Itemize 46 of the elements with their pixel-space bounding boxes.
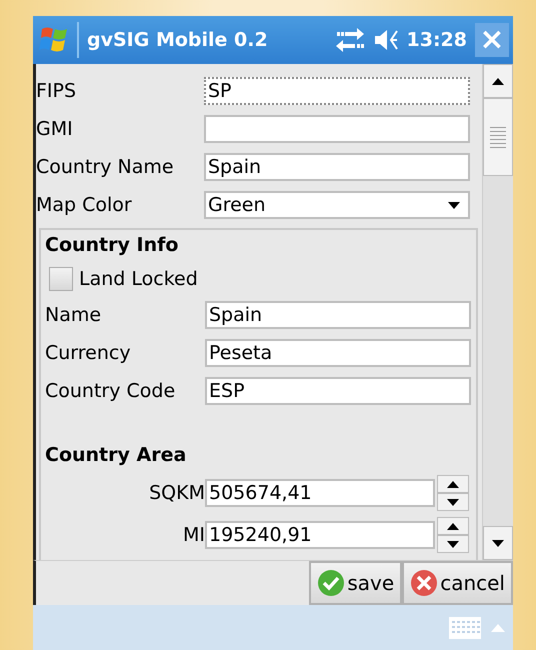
scrollbar[interactable] [482, 64, 513, 560]
down-arrow-icon [447, 540, 459, 548]
down-arrow-icon [492, 540, 504, 546]
down-arrow-icon [447, 498, 459, 506]
field-label: Country Code [45, 380, 176, 402]
number-field[interactable]: 195240,91 [205, 521, 435, 549]
section-heading: Country Info [45, 234, 180, 258]
save-button[interactable]: save [309, 561, 402, 605]
increment-button[interactable] [437, 475, 469, 493]
scroll-up-button[interactable] [483, 64, 513, 98]
up-arrow-icon [447, 480, 459, 488]
field-label: GMI [36, 118, 74, 140]
decrement-button[interactable] [437, 493, 469, 511]
field-label: Currency [45, 342, 132, 364]
text-field[interactable]: Spain [204, 153, 470, 181]
section-heading: Country Area [45, 444, 188, 468]
decrement-button[interactable] [437, 535, 469, 553]
checkbox-label: Land Locked [79, 268, 198, 290]
text-field[interactable]: SP [204, 77, 470, 105]
field-label: SQKM [148, 482, 205, 504]
text-field[interactable]: Spain [205, 301, 471, 329]
field-label: FIPS [36, 80, 78, 102]
field-label: Name [45, 304, 102, 326]
text-field[interactable]: ESP [205, 377, 471, 405]
scrollbar-thumb[interactable] [483, 98, 513, 176]
text-field[interactable] [204, 115, 470, 143]
number-field[interactable]: 505674,41 [205, 479, 435, 507]
field-label: Country Name [36, 156, 175, 178]
checkbox[interactable] [49, 267, 73, 291]
windows-flag-icon[interactable] [39, 26, 69, 54]
caret-icon [448, 202, 460, 208]
connectivity-icon[interactable] [334, 27, 365, 53]
window-title: gvSIG Mobile 0.2 [87, 29, 269, 51]
check-icon [317, 569, 346, 597]
speaker-icon[interactable] [372, 28, 399, 52]
clock-time: 13:28 [406, 29, 467, 51]
up-arrow-icon [447, 522, 459, 530]
cross-icon [410, 569, 438, 597]
increment-button[interactable] [437, 517, 469, 535]
field-label: Map Color [36, 194, 133, 216]
up-arrow-icon [492, 78, 504, 84]
field-label: MI [182, 524, 205, 546]
cancel-button[interactable]: cancel [402, 561, 513, 605]
text-field[interactable]: Peseta [205, 339, 471, 367]
dropdown[interactable]: Green [204, 191, 470, 219]
scroll-down-button[interactable] [483, 526, 513, 560]
